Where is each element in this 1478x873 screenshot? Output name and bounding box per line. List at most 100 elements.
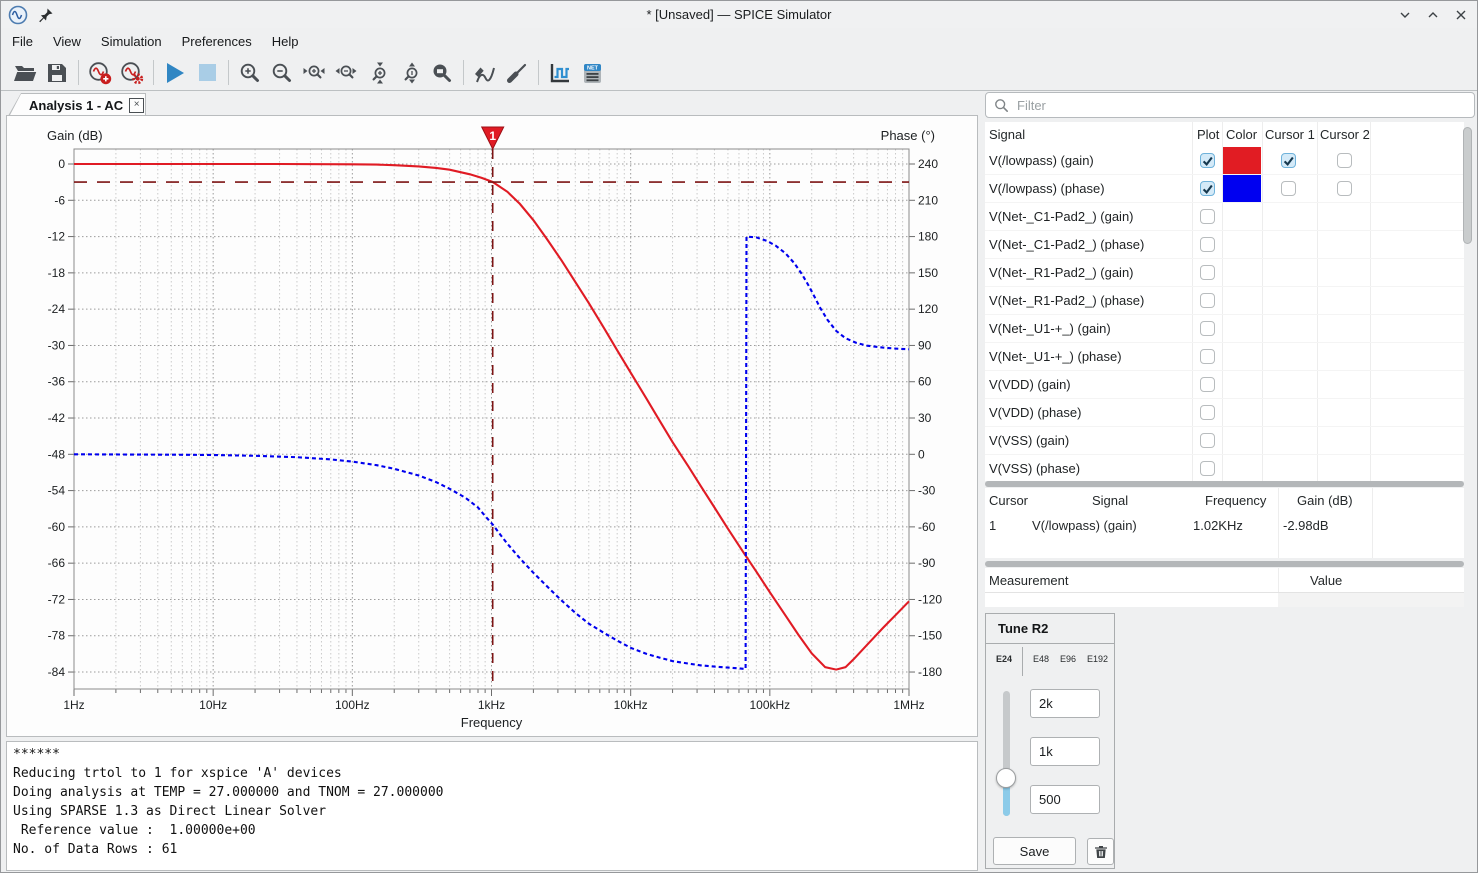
signal-row[interactable]: V(Net-_U1-+_) (gain) [985,315,1464,343]
tab-e96[interactable]: E96 [1060,654,1076,664]
zoom-in-horizontally-icon[interactable] [302,61,326,85]
delete-tuner-button[interactable] [1087,838,1114,865]
tick-label: -24 [48,302,66,316]
tab-analysis1-ac[interactable]: Analysis 1 - AC × [8,93,146,116]
splitter-handle[interactable] [985,481,1464,487]
tick-label: 210 [918,193,938,207]
tick-label: -6 [54,193,65,207]
signal-row[interactable]: V(/lowpass) (gain) [985,147,1464,175]
tune-component-icon[interactable] [505,61,529,85]
tune-current-field[interactable] [1030,737,1100,766]
color-swatch[interactable] [1223,175,1261,202]
show-spice-netlist-icon[interactable]: NET [580,61,604,85]
bode-plot[interactable]: 10-6-12-18-24-30-36-42-48-54-60-66-72-78… [7,116,979,736]
save-button[interactable]: Save [993,837,1076,865]
zoom-out-icon[interactable] [270,61,294,85]
plot-checkbox-unchecked[interactable] [1200,461,1215,476]
splitter-handle[interactable] [985,561,1464,567]
tab-e192[interactable]: E192 [1087,654,1108,664]
scrollbar-thumb[interactable] [1463,127,1472,244]
col-signal: Signal [989,127,1025,142]
tab-e48[interactable]: E48 [1033,654,1049,664]
open-workbook-icon[interactable] [13,61,37,85]
plot-checkbox-unchecked[interactable] [1200,209,1215,224]
cursor2-checkbox-unchecked[interactable] [1337,153,1352,168]
plot-checkbox-unchecked[interactable] [1200,377,1215,392]
plot-checkbox-unchecked[interactable] [1200,433,1215,448]
tick-label: -66 [48,556,66,570]
toolbar-separator [78,60,79,85]
cursor1-checkbox-unchecked[interactable] [1281,181,1296,196]
tick-label: -30 [48,338,66,352]
minimize-icon[interactable] [1397,7,1413,23]
measurement-col: Measurement [989,573,1068,588]
signal-list-scrollbar[interactable] [1463,124,1473,480]
window-title: * [Unsaved] — SPICE Simulator [1,7,1477,22]
tune-panel-header[interactable]: Tune R2 [986,614,1114,644]
plot-checkbox-unchecked[interactable] [1200,405,1215,420]
tick-label: 240 [918,157,938,171]
menu-simulation[interactable]: Simulation [91,30,172,53]
menu-file[interactable]: File [2,30,43,53]
tune-max-field[interactable] [1030,689,1100,718]
tick-label: -60 [48,520,66,534]
tab-close-icon[interactable]: × [129,98,144,113]
tune-min-field[interactable] [1030,785,1100,814]
stop-simulation-icon[interactable] [195,61,219,85]
console-line: Reducing trtol to 1 for xspice 'A' devic… [13,764,971,783]
probe-signal-icon[interactable] [473,61,497,85]
signal-row[interactable]: V(Net-_R1-Pad2_) (gain) [985,259,1464,287]
menu-help[interactable]: Help [262,30,309,53]
run-simulation-icon[interactable] [163,61,187,85]
plot-checkbox-unchecked[interactable] [1200,321,1215,336]
zoom-in-icon[interactable] [238,61,262,85]
show-legend-icon[interactable] [548,61,572,85]
search-icon [994,98,1009,113]
tick-label: 1MHz [893,698,924,712]
signal-row[interactable]: V(Net-_R1-Pad2_) (phase) [985,287,1464,315]
cursor-col-gain: Gain (dB) [1297,493,1353,508]
zoom-in-vertically-icon[interactable] [366,61,390,85]
zoom-out-horizontally-icon[interactable] [334,61,358,85]
plot-checkbox-unchecked[interactable] [1200,349,1215,364]
signal-row[interactable]: V(VSS) (gain) [985,427,1464,455]
signal-name: V(VDD) (gain) [989,377,1071,392]
menu-preferences[interactable]: Preferences [172,30,262,53]
signal-row[interactable]: V(VDD) (gain) [985,371,1464,399]
signal-row[interactable]: V(Net-_C1-Pad2_) (gain) [985,203,1464,231]
close-icon[interactable] [1453,7,1469,23]
tune-slider-thumb[interactable] [996,768,1016,788]
cursor2-checkbox-unchecked[interactable] [1337,181,1352,196]
signal-filter[interactable] [985,92,1475,118]
maximize-icon[interactable] [1425,7,1441,23]
filter-input[interactable] [1015,97,1474,114]
signal-row[interactable]: V(Net-_U1-+_) (phase) [985,343,1464,371]
color-swatch[interactable] [1223,147,1261,174]
gain-axis-label: Gain (dB) [47,128,103,143]
tick-label: -120 [918,592,942,606]
tick-label: 1kHz [478,698,505,712]
plot-checkbox-unchecked[interactable] [1200,265,1215,280]
zoom-out-vertically-icon[interactable] [398,61,422,85]
plot-checkbox-unchecked[interactable] [1200,293,1215,308]
tab-e24[interactable]: E24 [996,654,1012,664]
spice-console-output: ******Reducing trtol to 1 for xspice 'A'… [6,741,978,871]
cursor1-checkbox-checked[interactable] [1281,153,1296,168]
console-line: Reference value : 1.00000e+00 [13,821,971,840]
e-series-tabs: E24 E48 E96 E192 [986,650,1114,674]
tick-label: 100Hz [335,698,370,712]
signal-row[interactable]: V(/lowpass) (phase) [985,175,1464,203]
new-analysis-tab-icon[interactable] [88,61,112,85]
simulation-command-icon[interactable] [120,61,144,85]
plot-checkbox-checked[interactable] [1200,181,1215,196]
menu-view[interactable]: View [43,30,91,53]
signal-row[interactable]: V(VDD) (phase) [985,399,1464,427]
save-workbook-icon[interactable] [45,61,69,85]
zoom-to-fit-icon[interactable] [430,61,454,85]
svg-text:NET: NET [587,65,599,71]
signal-row[interactable]: V(Net-_C1-Pad2_) (phase) [985,231,1464,259]
plot-checkbox-checked[interactable] [1200,153,1215,168]
signal-row[interactable]: V(VSS) (phase) [985,455,1464,481]
plot-checkbox-unchecked[interactable] [1200,237,1215,252]
console-line: Using SPARSE 1.3 as Direct Linear Solver [13,802,971,821]
